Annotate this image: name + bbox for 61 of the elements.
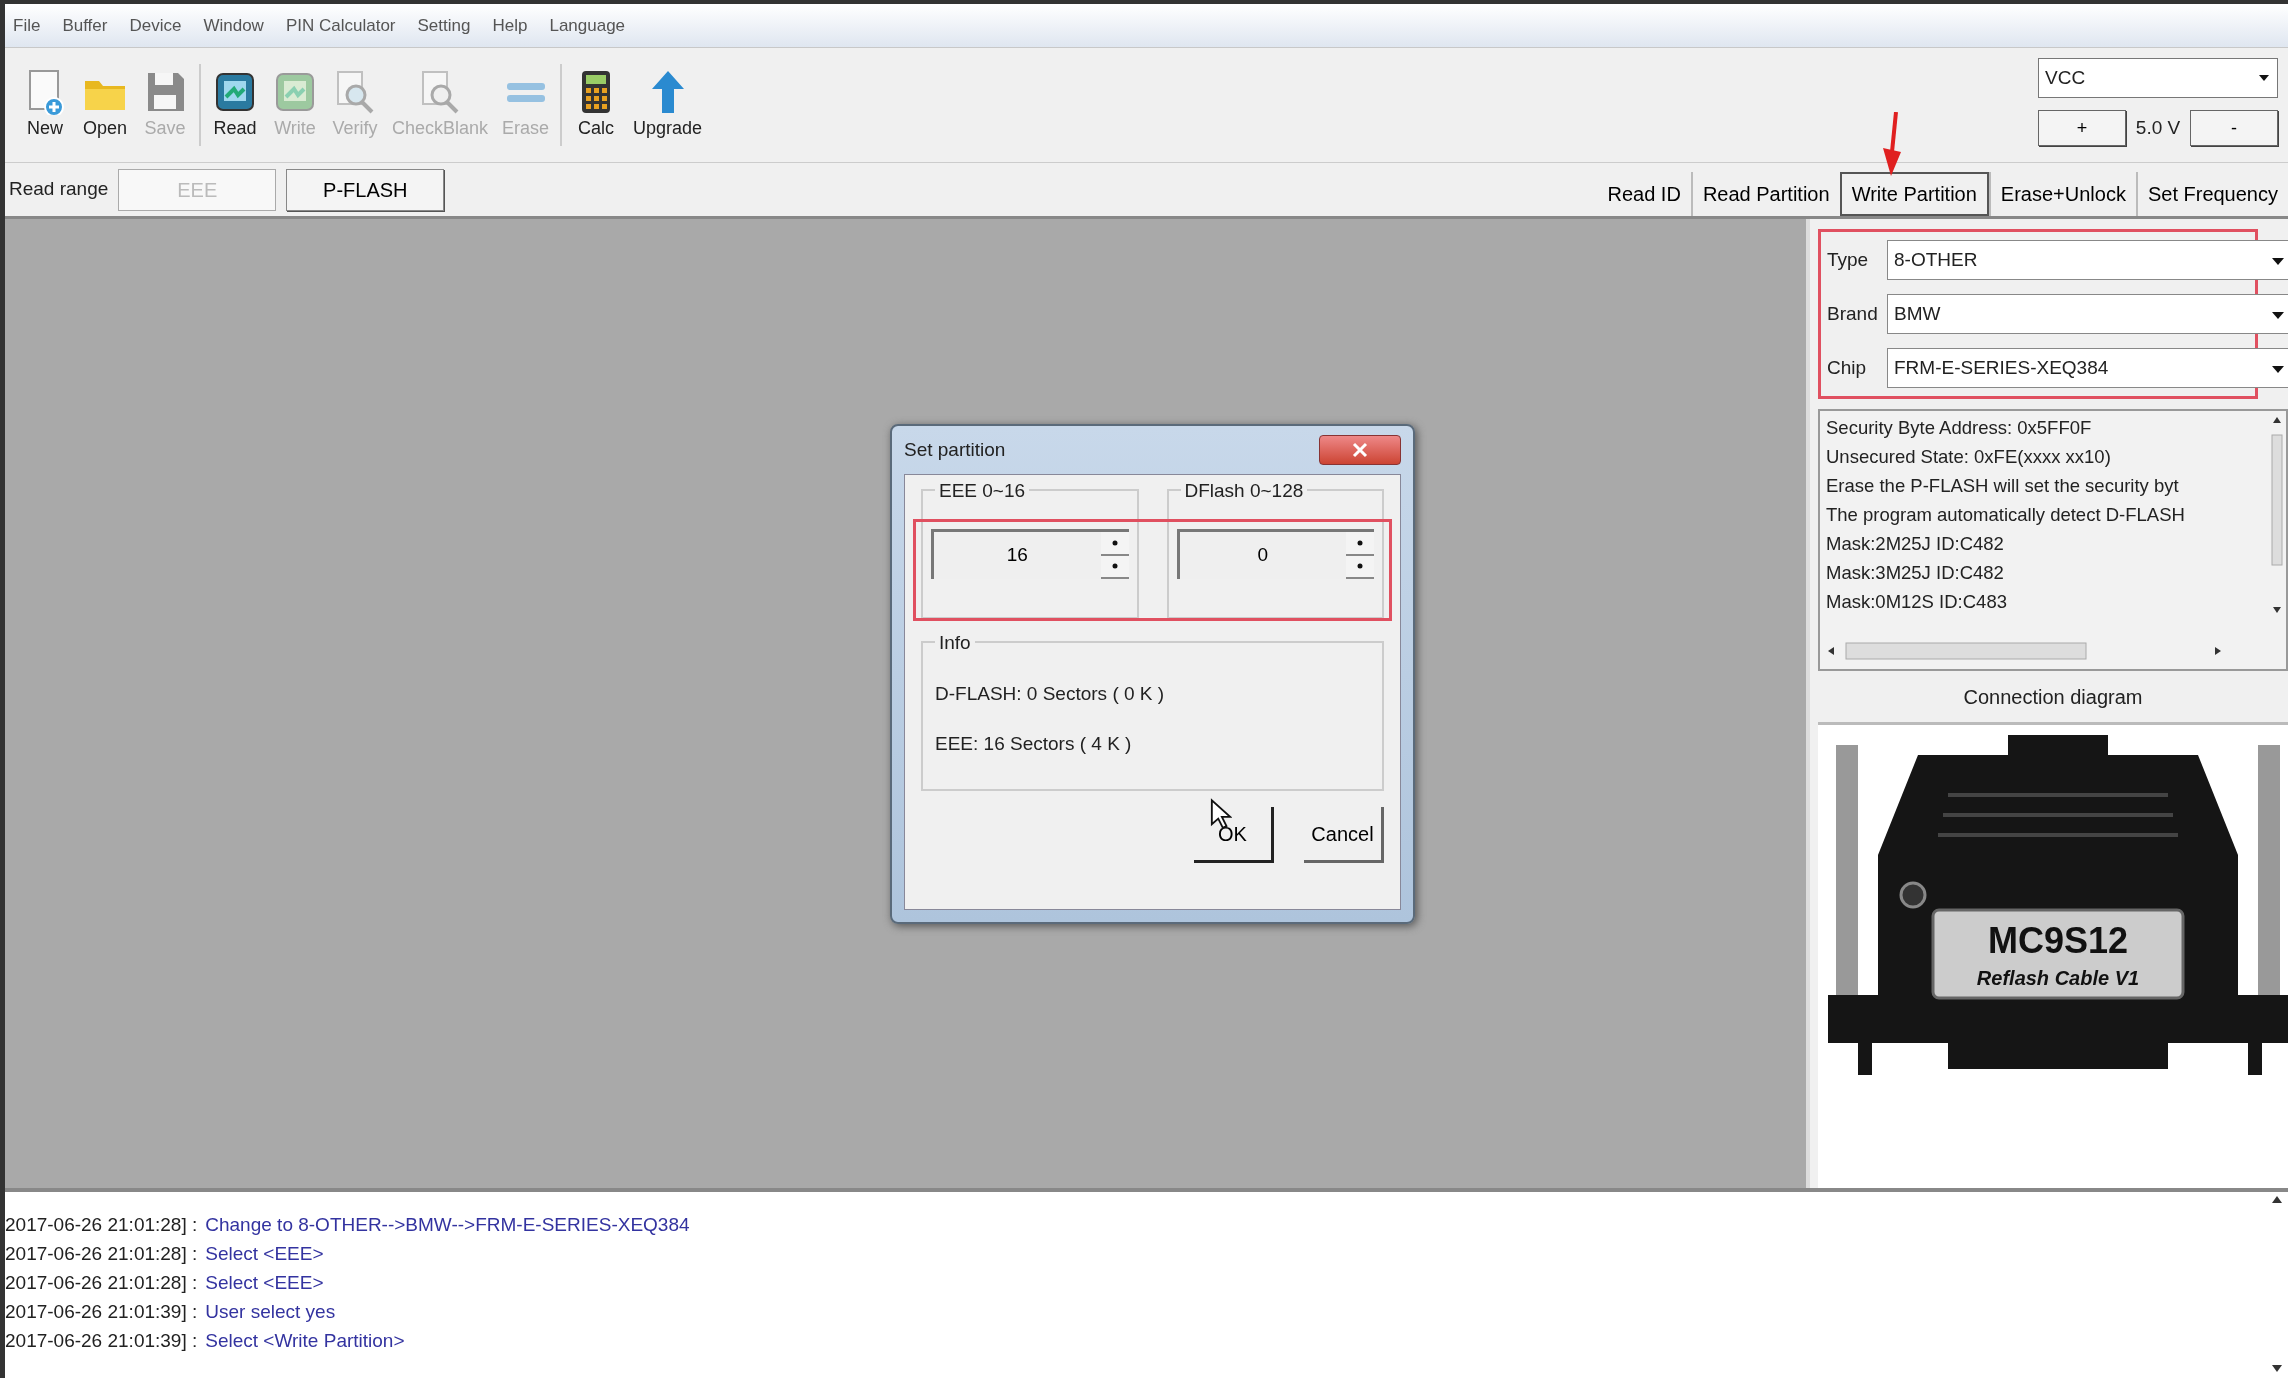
- info-text: Security Byte Address: 0x5FF0F: [1826, 416, 2093, 440]
- ok-button[interactable]: OK: [1194, 807, 1274, 863]
- spin-up-button[interactable]: [1100, 532, 1129, 556]
- spin-down-button[interactable]: [1346, 555, 1374, 579]
- info-text: Unsecured State: 0xFE(xxxx xx10): [1826, 445, 2112, 469]
- info-text: D-FLASH: 0 Sectors ( 0 K ): [935, 682, 1166, 706]
- log-timestamp: 2017-06-26 21:01:28] :: [5, 1243, 198, 1264]
- info-text: The program automatically detect D-FLASH: [1826, 503, 2186, 527]
- info-text: Mask:2M25J ID:C482: [1826, 532, 2005, 556]
- close-icon: [1351, 441, 1369, 459]
- log-message: User select yes: [205, 1301, 336, 1322]
- menu-item[interactable]: Language: [549, 12, 626, 39]
- dropdown-field[interactable]: 8-OTHER: [1887, 240, 2288, 280]
- toolbar-button[interactable]: Read: [205, 54, 265, 156]
- log-timestamp: 2017-06-26 21:01:39] :: [5, 1301, 198, 1322]
- cable-name-label: Reflash Cable V1: [1976, 967, 2140, 989]
- info-text: Erase the P-FLASH will set the security byt: [1826, 474, 2180, 498]
- menu-item[interactable]: Setting: [417, 12, 471, 39]
- read-range-button[interactable]: P-FLASH: [286, 168, 445, 211]
- menu-item[interactable]: PIN Calculator: [285, 12, 396, 39]
- field-label: Brand: [1827, 301, 1879, 326]
- info-text: EEE: 16 Sectors ( 4 K ): [935, 732, 1133, 756]
- menu-item[interactable]: Device: [129, 12, 182, 39]
- info-text: Mask:3M25J ID:C482: [1826, 561, 2005, 585]
- spin-down-button[interactable]: [1100, 555, 1129, 579]
- info-text: Mask:0M12S ID:C483: [1826, 590, 2008, 614]
- field-label: Chip: [1827, 355, 1868, 380]
- action-button[interactable]: Write Partition: [1839, 172, 1989, 216]
- log-message: Select <Write Partition>: [205, 1330, 405, 1351]
- voltage-source-dropdown[interactable]: VCC: [2038, 58, 2278, 98]
- toolbar-button[interactable]: Open: [75, 54, 135, 156]
- menu-item[interactable]: File: [13, 12, 41, 39]
- toolbar-button[interactable]: Calc: [566, 54, 627, 156]
- increase-voltage-button[interactable]: +: [2038, 110, 2126, 146]
- log-timestamp: 2017-06-26 21:01:28] :: [5, 1214, 198, 1235]
- toolbar-button[interactable]: New: [15, 54, 75, 156]
- close-button[interactable]: [1319, 435, 1401, 465]
- cable-model-label: MC9S12: [1987, 920, 2129, 961]
- menu-item[interactable]: Buffer: [62, 12, 108, 39]
- spin-up-button[interactable]: [1346, 532, 1374, 556]
- scrollbar[interactable]: [2270, 415, 2284, 615]
- log-message: Select <EEE>: [205, 1272, 324, 1293]
- cancel-button[interactable]: Cancel: [1304, 807, 1384, 863]
- number-input-field[interactable]: 16: [934, 532, 1101, 579]
- number-input-field[interactable]: 0: [1179, 532, 1346, 579]
- dropdown-field[interactable]: BMW: [1887, 294, 2288, 334]
- dialog-title: Set partition: [904, 437, 1006, 462]
- toolbar-button[interactable]: Upgrade: [626, 54, 710, 156]
- menu-item[interactable]: Window: [203, 12, 264, 39]
- decrease-voltage-button[interactable]: -: [2190, 110, 2278, 146]
- number-spinner[interactable]: 0: [1176, 529, 1374, 579]
- menu-item[interactable]: Help: [492, 12, 528, 39]
- log-message: Select <EEE>: [205, 1243, 324, 1264]
- number-spinner[interactable]: 16: [931, 529, 1129, 579]
- log-message: Change to 8-OTHER-->BMW-->FRM-E-SERIES-XEQ384: [205, 1214, 690, 1235]
- dropdown-field[interactable]: FRM-E-SERIES-XEQ384: [1887, 348, 2288, 388]
- read-range-label: Read range: [9, 177, 109, 202]
- log-timestamp: 2017-06-26 21:01:28] :: [5, 1272, 198, 1293]
- voltage-value: 5.0 V: [2135, 115, 2181, 140]
- field-label: Type: [1827, 247, 1870, 272]
- log-timestamp: 2017-06-26 21:01:39] :: [5, 1330, 198, 1351]
